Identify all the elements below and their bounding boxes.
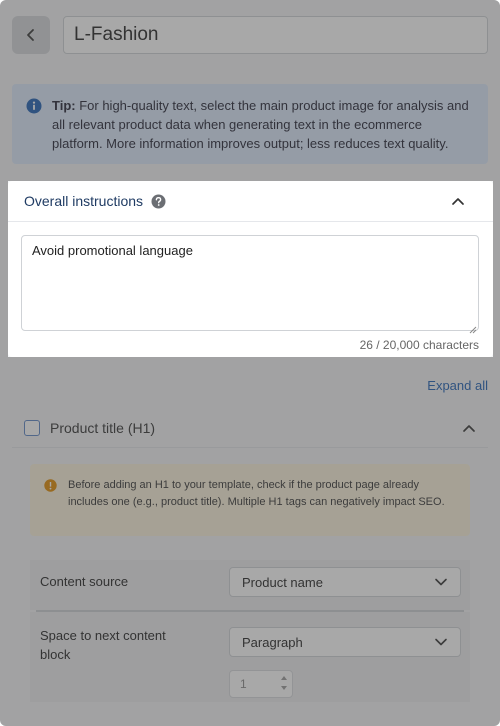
- collapse-section-button[interactable]: [462, 423, 476, 433]
- tip-label: Tip:: [52, 98, 76, 113]
- space-to-next-label: Space to next content block: [40, 628, 166, 662]
- collapse-instructions-button[interactable]: [451, 196, 465, 206]
- resize-grip-icon[interactable]: [469, 321, 477, 339]
- overall-instructions-header[interactable]: Overall instructions: [8, 181, 493, 222]
- spacing-stepper[interactable]: 1: [229, 670, 293, 698]
- spacing-stepper-value: 1: [240, 677, 247, 691]
- chevron-down-icon: [434, 577, 448, 587]
- stepper-down-icon[interactable]: [280, 684, 288, 693]
- content-source-row: Content source Product name: [30, 560, 470, 610]
- expand-all-link[interactable]: Expand all: [427, 378, 488, 393]
- info-icon: [26, 98, 42, 119]
- back-button[interactable]: [12, 16, 50, 54]
- chevron-up-icon: [463, 424, 475, 432]
- template-name-input[interactable]: [63, 16, 488, 54]
- h1-warning-text: Before adding an H1 to your template, ch…: [68, 479, 445, 508]
- space-to-next-row: Space to next content block Paragraph 1: [30, 612, 470, 702]
- product-title-checkbox[interactable]: [24, 419, 40, 436]
- product-title-section-header[interactable]: Product title (H1): [12, 408, 488, 448]
- tip-text: For high-quality text, select the main p…: [52, 98, 469, 151]
- h1-warning-banner: Before adding an H1 to your template, ch…: [30, 464, 470, 536]
- content-source-value: Product name: [242, 574, 323, 590]
- stepper-arrows[interactable]: [280, 673, 288, 693]
- overall-instructions-card: Overall instructions Avoid promotional l…: [8, 181, 493, 357]
- content-source-label: Content source: [40, 574, 129, 589]
- content-source-select[interactable]: Product name: [229, 567, 461, 597]
- help-icon[interactable]: [151, 194, 166, 209]
- product-title-label: Product title (H1): [50, 419, 156, 436]
- tip-banner: Tip: For high-quality text, select the m…: [12, 84, 488, 164]
- stepper-up-icon[interactable]: [280, 673, 288, 682]
- space-to-next-select[interactable]: Paragraph: [229, 627, 461, 657]
- chevron-down-icon: [434, 637, 448, 647]
- instructions-textarea[interactable]: Avoid promotional language: [21, 235, 479, 331]
- overall-instructions-title: Overall instructions: [24, 193, 144, 209]
- app-frame: Tip: For high-quality text, select the m…: [0, 0, 500, 726]
- space-to-next-value: Paragraph: [242, 634, 303, 650]
- chevron-up-icon: [452, 198, 464, 205]
- chevron-left-icon: [27, 29, 34, 41]
- warning-icon: [44, 479, 57, 498]
- character-counter: 26 / 20,000 characters: [359, 338, 479, 352]
